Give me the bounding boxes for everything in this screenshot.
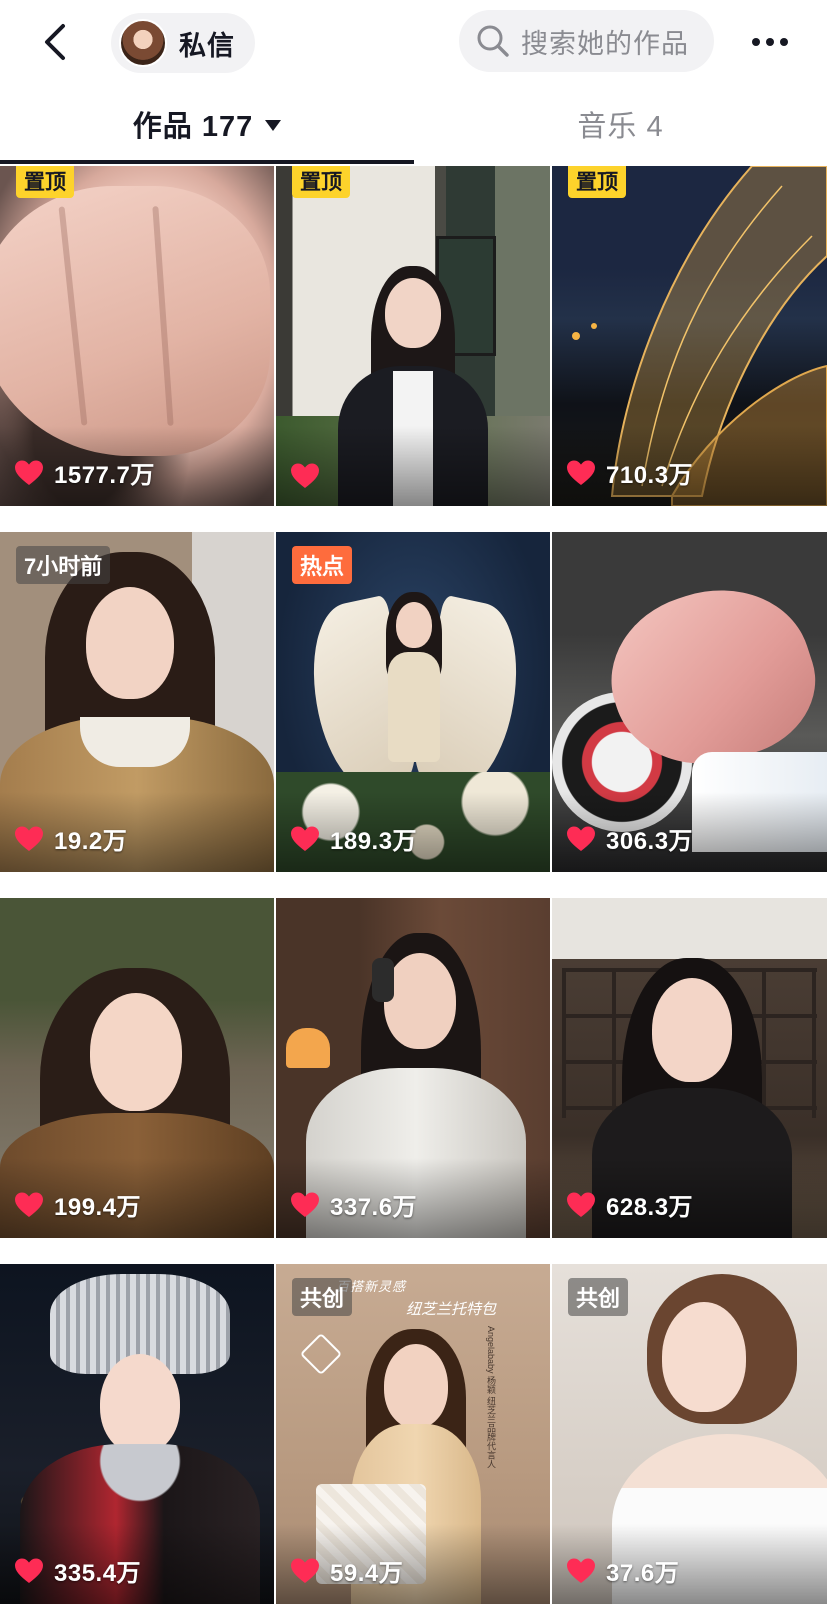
caret-down-icon[interactable] [265,119,282,131]
more-dot-icon [752,38,760,46]
like-count: 628.3万 [566,1187,693,1222]
search-placeholder: 搜索她的作品 [521,28,689,59]
pinned-badge: 置顶 [292,166,350,198]
active-tab-indicator [0,160,414,164]
heart-icon [15,1192,43,1217]
like-count-value: 37.6万 [606,1560,680,1587]
heart-icon [567,460,595,485]
like-count-value: 19.2万 [54,828,128,855]
like-count-value: 710.3万 [606,462,694,489]
heart-icon [291,826,319,851]
co-creation-badge: 共创 [568,1278,629,1316]
ad-subline: 纽芝兰托特包 [406,1301,497,1318]
like-count: 19.2万 [14,821,127,856]
like-count: 335.4万 [14,1553,141,1588]
more-dot-icon [780,38,788,46]
pinned-badge: 置顶 [16,166,74,198]
like-count-value: 199.4万 [54,1194,142,1221]
like-count-value: 59.4万 [330,1560,404,1587]
tab-works[interactable]: 作品 177 [0,84,414,164]
tab-music-label: 音乐 4 [577,111,664,143]
heart-icon [15,1558,43,1583]
video-thumbnail[interactable]: 置顶 1577.7万 [0,166,274,506]
heart-icon [567,1192,595,1217]
top-bar: 私信 搜索她的作品 [0,0,827,84]
heart-icon [291,1192,319,1217]
tab-works-label: 作品 177 [132,111,254,143]
like-count-value: 1577.7万 [54,462,155,489]
more-options-button[interactable] [742,22,798,62]
ad-side-text: Angelababy 杨颖 纽芝兰品牌代言人 [486,1326,496,1469]
heart-icon [15,826,43,851]
more-dot-icon [766,38,774,46]
like-count: 710.3万 [566,455,693,490]
direct-message-label: 私信 [179,30,235,61]
time-badge: 7小时前 [16,546,111,584]
like-count: 189.3万 [290,821,417,856]
video-thumbnail[interactable]: 306.3万 [552,532,827,872]
like-count: 306.3万 [566,821,693,856]
like-count-value: 335.4万 [54,1560,142,1587]
search-works-input[interactable]: 搜索她的作品 [459,10,714,72]
video-thumbnail[interactable]: 337.6万 [276,898,550,1238]
video-thumbnail[interactable]: 共创 37.6万 [552,1264,827,1604]
pinned-badge: 置顶 [568,166,626,198]
search-icon [477,25,509,57]
like-count: 37.6万 [566,1553,679,1588]
tab-music[interactable]: 音乐 4 [414,84,827,164]
heart-icon [567,826,595,851]
like-count [290,462,320,490]
co-creation-badge: 共创 [292,1278,353,1316]
like-count: 1577.7万 [14,455,155,490]
video-thumbnail[interactable]: 置顶 710.3万 [552,166,827,506]
heart-icon [291,1558,319,1583]
like-count: 59.4万 [290,1553,403,1588]
video-thumbnail[interactable]: 热点 189.3万 [276,532,550,872]
video-thumbnail[interactable]: 199.4万 [0,898,274,1238]
avatar [119,19,167,67]
like-count: 337.6万 [290,1187,417,1222]
like-count-value: 189.3万 [330,828,418,855]
like-count-value: 337.6万 [330,1194,418,1221]
heart-icon [567,1558,595,1583]
chevron-left-icon [45,24,65,60]
direct-message-button[interactable]: 私信 [111,13,255,73]
video-thumbnail[interactable]: 335.4万 [0,1264,274,1604]
trending-badge: 热点 [292,546,353,584]
video-grid: 置顶 1577.7万 置顶 置顶 710.3万 7小时前 19.2万 热点 18… [0,166,827,1604]
like-count: 199.4万 [14,1187,141,1222]
profile-tabs: 作品 177 音乐 4 [0,84,827,164]
video-thumbnail[interactable]: 7小时前 19.2万 [0,532,274,872]
back-button[interactable] [30,14,80,70]
video-thumbnail[interactable]: 628.3万 [552,898,827,1238]
like-count-value: 628.3万 [606,1194,694,1221]
video-thumbnail[interactable]: 百搭新灵感 纽芝兰托特包 Angelababy 杨颖 纽芝兰品牌代言人 共创 5… [276,1264,550,1604]
heart-icon [15,460,43,485]
video-thumbnail[interactable]: 置顶 [276,166,550,506]
like-count-value: 306.3万 [606,828,694,855]
heart-icon [291,463,319,488]
